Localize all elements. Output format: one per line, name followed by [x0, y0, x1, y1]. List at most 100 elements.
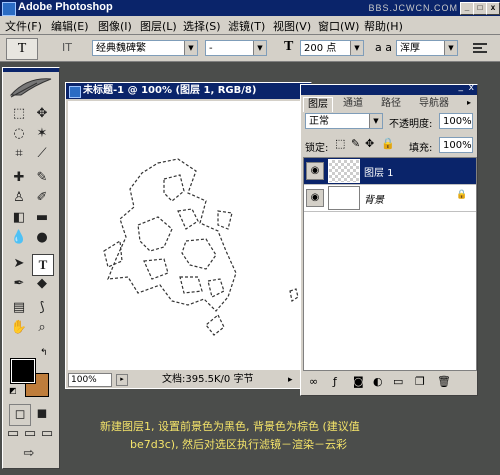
path-selection-icon[interactable]: ➤	[9, 254, 29, 274]
screen-mode-2-icon[interactable]: ▭	[22, 424, 38, 444]
panel-menu-icon[interactable]: ▸	[467, 98, 471, 107]
document-title-bar[interactable]: 未标题-1 @ 100% (图层 1, RGB/8)	[66, 83, 311, 99]
lock-all-icon[interactable]: 🔒	[381, 137, 395, 150]
swap-colors-icon[interactable]: ↰	[40, 348, 48, 358]
tab-layers[interactable]: 图层	[303, 97, 333, 112]
history-brush-icon[interactable]: ✐	[32, 188, 52, 208]
menu-image[interactable]: 图像(I)	[98, 18, 132, 34]
foreground-color-swatch[interactable]	[10, 358, 36, 384]
status-menu-icon[interactable]: ▸	[116, 374, 128, 386]
screen-mode-3-icon[interactable]: ▭	[39, 424, 55, 444]
layer-style-icon[interactable]: ƒ	[333, 375, 337, 388]
blend-mode-select[interactable]: 正常 ▼	[305, 113, 383, 129]
maximize-icon[interactable]: □	[473, 2, 487, 15]
gradient-tool-icon[interactable]: ▬	[32, 208, 52, 228]
menu-select[interactable]: 选择(S)	[183, 18, 221, 34]
menu-edit[interactable]: 编辑(E)	[51, 18, 89, 34]
standard-mode-icon[interactable]: ◻	[9, 404, 31, 426]
eye-icon[interactable]: ◉	[306, 189, 324, 207]
type-tool-icon[interactable]: T	[32, 254, 54, 276]
caption-line-2: be7d3c), 然后对选区执行滤镜－渲染－云彩	[130, 438, 348, 451]
opacity-field[interactable]: 100%	[439, 113, 473, 129]
lock-transparency-icon[interactable]: ⬚	[335, 137, 345, 150]
tutorial-caption: 新建图层1, 设置前景色为黑色, 背景色为棕色 (建议值 be7d3c), 然后…	[100, 418, 480, 454]
marching-ants-selection	[103, 158, 299, 336]
canvas[interactable]	[68, 101, 309, 370]
menu-help[interactable]: 帮助(H)	[364, 18, 403, 34]
jump-to-imageready-icon[interactable]: ⇨	[11, 444, 47, 464]
feather-logo-icon	[7, 75, 55, 99]
move-tool-icon[interactable]: ✥	[32, 104, 52, 124]
screen-mode-1-icon[interactable]: ▭	[5, 424, 21, 444]
minimize-icon[interactable]: _	[460, 2, 474, 15]
clone-stamp-icon[interactable]: ♙	[9, 188, 29, 208]
lasso-tool-icon[interactable]: ◌	[9, 124, 29, 144]
link-layers-icon[interactable]: ∞	[309, 375, 318, 388]
text-orientation-icon[interactable]: IT	[62, 41, 72, 54]
tab-navigator[interactable]: 导航器	[415, 97, 453, 111]
layer-name: 背景	[364, 195, 384, 206]
chevron-down-icon: ▼	[369, 114, 382, 128]
lock-position-icon[interactable]: ✥	[365, 137, 374, 150]
eye-icon[interactable]: ◉	[306, 162, 324, 180]
anti-alias-select[interactable]: 浑厚 ▼	[396, 40, 458, 56]
chevron-down-icon: ▼	[253, 41, 266, 55]
scroll-right-icon[interactable]: ▸	[288, 372, 293, 388]
crop-tool-icon[interactable]: ⌗	[9, 144, 29, 164]
menu-layer[interactable]: 图层(L)	[140, 18, 177, 34]
fill-label: 填充:	[409, 143, 433, 154]
new-layer-icon[interactable]: ❐	[415, 375, 425, 388]
app-title-bar: Adobe Photoshop BBS.JCWCN.COM _ □ x	[0, 0, 500, 16]
lock-pixels-icon[interactable]: ✎	[351, 137, 360, 150]
tab-channels[interactable]: 通道	[339, 97, 367, 111]
menu-view[interactable]: 视图(V)	[273, 18, 311, 34]
zoom-tool-icon[interactable]: ⌕	[32, 318, 52, 338]
tab-paths[interactable]: 路径	[377, 97, 405, 111]
fill-value: 100%	[443, 140, 472, 151]
new-group-icon[interactable]: ▭	[393, 375, 403, 388]
panel-title-bar[interactable]: _ x	[301, 82, 477, 95]
adjustment-layer-icon[interactable]: ◐	[373, 375, 383, 388]
dodge-tool-icon[interactable]: ●	[32, 228, 52, 248]
blur-tool-icon[interactable]: 💧	[9, 228, 29, 248]
magic-wand-icon[interactable]: ✶	[32, 124, 52, 144]
shape-tool-icon[interactable]: ◆	[32, 274, 52, 294]
healing-brush-icon[interactable]: ✚	[9, 168, 29, 188]
quick-mask-icon[interactable]: ◼	[32, 404, 52, 424]
pen-tool-icon[interactable]: ✒	[9, 274, 29, 294]
layer-thumbnail	[328, 159, 360, 183]
layer-row-layer-1[interactable]: ◉ 图层 1	[304, 158, 476, 184]
menu-filter[interactable]: 滤镜(T)	[228, 18, 265, 34]
document-size-status: 文档:395.5K/0 字节	[162, 374, 254, 385]
menu-file[interactable]: 文件(F)	[5, 18, 42, 34]
slice-tool-icon[interactable]: ⟋	[32, 144, 52, 164]
eraser-tool-icon[interactable]: ◧	[9, 208, 29, 228]
layers-footer: ∞ ƒ ◙ ◐ ▭ ❐ 🗑	[303, 375, 475, 391]
marquee-tool-icon[interactable]: ⬚	[9, 104, 29, 124]
panel-minimize-icon[interactable]: _	[459, 82, 464, 92]
zoom-field[interactable]: 100%	[68, 373, 112, 387]
font-size-select[interactable]: 200 点 ▼	[300, 40, 364, 56]
chevron-down-icon: ▼	[350, 41, 363, 55]
photoshop-logo-icon	[2, 2, 16, 16]
delete-layer-icon[interactable]: 🗑	[437, 375, 451, 388]
font-family-select[interactable]: 经典魏碑繁 ▼	[92, 40, 198, 56]
font-style-select[interactable]: - ▼	[205, 40, 267, 56]
layer-mask-icon[interactable]: ◙	[353, 375, 364, 388]
menu-window[interactable]: 窗口(W)	[318, 18, 359, 34]
default-colors-icon[interactable]: ◩	[9, 386, 17, 395]
fill-field[interactable]: 100%	[439, 137, 473, 153]
align-left-icon[interactable]	[470, 39, 490, 57]
toolbox-grip[interactable]	[3, 68, 59, 72]
type-tool-preset[interactable]: T	[6, 38, 38, 60]
brush-tool-icon[interactable]: ✎	[32, 168, 52, 188]
chevron-down-icon: ▼	[184, 41, 197, 55]
panel-close-icon[interactable]: x	[469, 83, 474, 93]
hand-tool-icon[interactable]: ✋	[9, 318, 29, 338]
document-status-bar: 100% ▸ 文档:395.5K/0 字节 ▸	[66, 372, 311, 388]
eyedropper-icon[interactable]: ⟆	[32, 298, 52, 318]
layer-row-background[interactable]: ◉ 背景 🔒	[304, 184, 476, 212]
document-window: 未标题-1 @ 100% (图层 1, RGB/8) 100% ▸ 文档:395…	[65, 82, 312, 389]
notes-tool-icon[interactable]: ▤	[9, 298, 29, 318]
close-icon[interactable]: x	[486, 2, 500, 15]
